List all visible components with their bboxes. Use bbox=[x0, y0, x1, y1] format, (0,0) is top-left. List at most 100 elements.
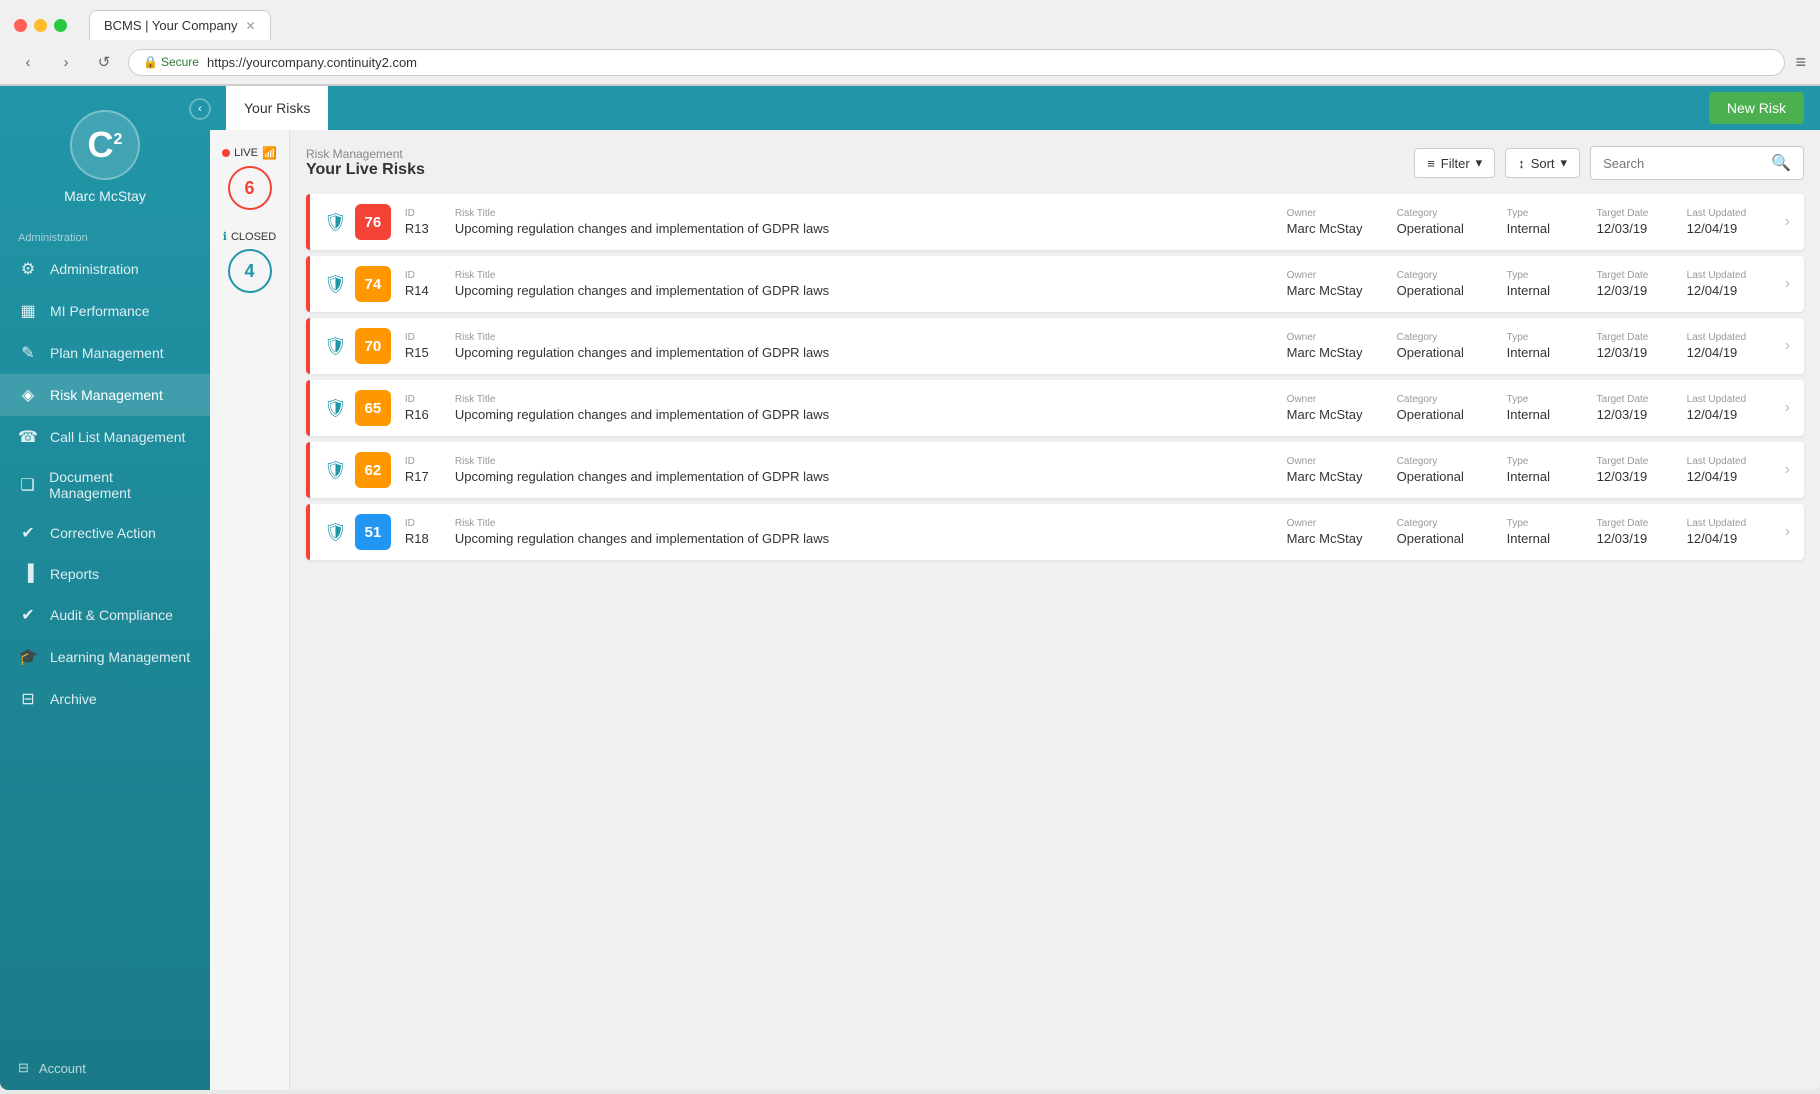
owner-label: Owner bbox=[1287, 456, 1397, 467]
logo-text: C2 bbox=[88, 124, 123, 166]
traffic-lights bbox=[14, 19, 67, 32]
id-value: R18 bbox=[405, 531, 455, 546]
target-date-label: Target Date bbox=[1597, 456, 1687, 467]
id-label: ID bbox=[405, 270, 455, 281]
title-label: Risk Title bbox=[455, 394, 1287, 405]
id-label: ID bbox=[405, 332, 455, 343]
risk-row[interactable]: 🛡 70 ID R15 Risk Title Upcoming regulati… bbox=[306, 318, 1804, 374]
sidebar-item-document-management[interactable]: ❏ Document Management bbox=[0, 458, 210, 512]
type-label: Type bbox=[1507, 394, 1597, 405]
sidebar-item-mi-performance[interactable]: ▦ MI Performance bbox=[0, 290, 210, 332]
counter-panel: LIVE 📶 6 ℹ CLOSED 4 bbox=[210, 130, 290, 1090]
account-button[interactable]: ⊟ Account bbox=[0, 1046, 210, 1090]
type-value: Internal bbox=[1507, 531, 1597, 546]
address-bar[interactable]: 🔒 Secure https://yourcompany.continuity2… bbox=[128, 49, 1785, 76]
risk-row[interactable]: 🛡 76 ID R13 Risk Title Upcoming regulati… bbox=[306, 194, 1804, 250]
id-label: ID bbox=[405, 394, 455, 405]
back-button[interactable]: ‹ bbox=[14, 48, 42, 76]
risk-owner-field: Owner Marc McStay bbox=[1287, 456, 1397, 484]
logo-icon: C2 bbox=[70, 110, 140, 180]
sort-icon: ↕ bbox=[1518, 156, 1525, 171]
last-updated-value: 12/04/19 bbox=[1687, 407, 1777, 422]
risk-owner-field: Owner Marc McStay bbox=[1287, 332, 1397, 360]
id-value: R14 bbox=[405, 283, 455, 298]
wifi-icon: 📶 bbox=[262, 146, 277, 160]
traffic-light-fullscreen[interactable] bbox=[54, 19, 67, 32]
sidebar-item-risk-management[interactable]: ◈ Risk Management bbox=[0, 374, 210, 416]
sidebar-item-audit-compliance[interactable]: ✔ Audit & Compliance bbox=[0, 594, 210, 636]
live-count: 6 bbox=[244, 178, 254, 199]
lock-icon: 🔒 bbox=[143, 55, 158, 69]
live-text: LIVE bbox=[234, 147, 258, 159]
browser-tab-active[interactable]: BCMS | Your Company ✕ bbox=[89, 10, 271, 40]
risks-title: Your Live Risks bbox=[306, 161, 425, 179]
live-count-badge[interactable]: 6 bbox=[228, 166, 272, 210]
tab-title: BCMS | Your Company bbox=[104, 18, 237, 33]
traffic-light-minimize[interactable] bbox=[34, 19, 47, 32]
sidebar-label-archive: Archive bbox=[50, 691, 97, 707]
shield-icon: 🛡 bbox=[324, 522, 347, 543]
risk-score: 51 bbox=[355, 514, 391, 550]
last-updated-value: 12/04/19 bbox=[1687, 221, 1777, 236]
target-date-label: Target Date bbox=[1597, 518, 1687, 529]
risk-last-updated-field: Last Updated 12/04/19 bbox=[1687, 456, 1777, 484]
sidebar-collapse-button[interactable]: ‹ bbox=[189, 98, 211, 120]
type-label: Type bbox=[1507, 518, 1597, 529]
tab-close-button[interactable]: ✕ bbox=[245, 19, 255, 33]
sidebar-item-archive[interactable]: ⊟ Archive bbox=[0, 678, 210, 720]
title-value: Upcoming regulation changes and implemen… bbox=[455, 531, 1287, 546]
sidebar-item-corrective-action[interactable]: ✔ Corrective Action bbox=[0, 512, 210, 554]
owner-label: Owner bbox=[1287, 518, 1397, 529]
risk-title-field: Risk Title Upcoming regulation changes a… bbox=[455, 518, 1287, 546]
risk-owner-field: Owner Marc McStay bbox=[1287, 518, 1397, 546]
risk-id-field: ID R16 bbox=[405, 394, 455, 422]
target-date-value: 12/03/19 bbox=[1597, 221, 1687, 236]
forward-button[interactable]: › bbox=[52, 48, 80, 76]
risk-title-field: Risk Title Upcoming regulation changes a… bbox=[455, 208, 1287, 236]
risk-row[interactable]: 🛡 65 ID R16 Risk Title Upcoming regulati… bbox=[306, 380, 1804, 436]
filter-button[interactable]: ≡ Filter ▾ bbox=[1414, 148, 1495, 178]
id-label: ID bbox=[405, 518, 455, 529]
check-icon: ✔ bbox=[18, 523, 38, 543]
new-risk-button[interactable]: New Risk bbox=[1709, 92, 1804, 124]
risk-row[interactable]: 🛡 62 ID R17 Risk Title Upcoming regulati… bbox=[306, 442, 1804, 498]
search-box[interactable]: 🔍 bbox=[1590, 146, 1804, 180]
reload-button[interactable]: ↺ bbox=[90, 48, 118, 76]
your-risks-tab[interactable]: Your Risks bbox=[226, 86, 328, 130]
search-input[interactable] bbox=[1603, 156, 1763, 171]
shield-icon: 🛡 bbox=[324, 336, 347, 357]
sidebar-item-plan-management[interactable]: ✎ Plan Management bbox=[0, 332, 210, 374]
closed-count: 4 bbox=[244, 261, 254, 282]
category-label: Category bbox=[1397, 208, 1507, 219]
shield-icon: 🛡 bbox=[324, 274, 347, 295]
risk-title-field: Risk Title Upcoming regulation changes a… bbox=[455, 394, 1287, 422]
risk-row[interactable]: 🛡 74 ID R14 Risk Title Upcoming regulati… bbox=[306, 256, 1804, 312]
risk-row[interactable]: 🛡 51 ID R18 Risk Title Upcoming regulati… bbox=[306, 504, 1804, 560]
risk-details: ID R15 Risk Title Upcoming regulation ch… bbox=[405, 332, 1777, 360]
shield-icon: 🛡 bbox=[324, 398, 347, 419]
content-area: LIVE 📶 6 ℹ CLOSED 4 bbox=[210, 130, 1820, 1090]
phone-icon: ☎ bbox=[18, 427, 38, 447]
id-value: R17 bbox=[405, 469, 455, 484]
sidebar-item-reports[interactable]: ▐ Reports bbox=[0, 554, 210, 594]
browser-titlebar: BCMS | Your Company ✕ bbox=[0, 0, 1820, 40]
browser-menu-icon[interactable]: ≡ bbox=[1795, 52, 1806, 73]
risk-last-updated-field: Last Updated 12/04/19 bbox=[1687, 208, 1777, 236]
sidebar-label-call-list: Call List Management bbox=[50, 429, 185, 445]
sidebar-item-learning-management[interactable]: 🎓 Learning Management bbox=[0, 636, 210, 678]
sort-button[interactable]: ↕ Sort ▾ bbox=[1505, 148, 1580, 178]
title-value: Upcoming regulation changes and implemen… bbox=[455, 345, 1287, 360]
target-date-value: 12/03/19 bbox=[1597, 283, 1687, 298]
type-value: Internal bbox=[1507, 283, 1597, 298]
sidebar-item-call-list-management[interactable]: ☎ Call List Management bbox=[0, 416, 210, 458]
closed-count-badge[interactable]: 4 bbox=[228, 249, 272, 293]
traffic-light-close[interactable] bbox=[14, 19, 27, 32]
live-dot-icon bbox=[222, 149, 230, 157]
sidebar-item-administration[interactable]: ⚙ Administration bbox=[0, 248, 210, 290]
sort-label: Sort bbox=[1531, 156, 1555, 171]
owner-value: Marc McStay bbox=[1287, 221, 1397, 236]
title-label: Risk Title bbox=[455, 456, 1287, 467]
target-date-value: 12/03/19 bbox=[1597, 345, 1687, 360]
closed-text: CLOSED bbox=[231, 231, 276, 243]
category-label: Category bbox=[1397, 394, 1507, 405]
